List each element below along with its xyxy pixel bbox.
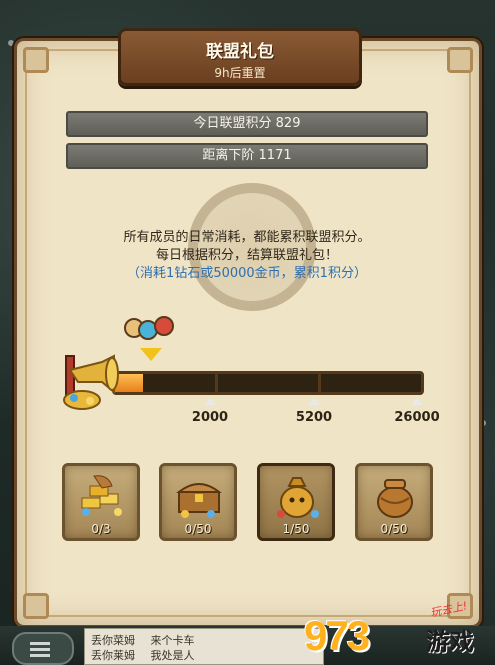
next-tier-bar: 距离下阶 1171 bbox=[66, 143, 428, 169]
progress-segment-divider bbox=[215, 374, 218, 392]
chat-sender: 丢你莱姆 bbox=[91, 649, 135, 662]
chat-message: 丢你菜姆 来个卡车 bbox=[91, 633, 317, 648]
panel-title: 联盟礼包 bbox=[206, 42, 274, 62]
progress-marker-icon bbox=[140, 348, 162, 361]
chat-menu-button[interactable] bbox=[12, 632, 74, 665]
chat-message: 丢你莱姆 我处是人 bbox=[91, 648, 317, 663]
title-plank: 联盟礼包 9h后重置 bbox=[118, 28, 362, 86]
milestone-tick bbox=[308, 398, 320, 405]
member-avatars bbox=[124, 312, 182, 342]
reward-count: 0/50 bbox=[380, 522, 408, 536]
milestone-tick bbox=[204, 398, 216, 405]
milestone-tick bbox=[411, 398, 423, 405]
snow-particle bbox=[8, 40, 14, 46]
reward-tier-4[interactable]: 0/50 bbox=[355, 463, 433, 541]
reward-tier-2[interactable]: 0/50 bbox=[159, 463, 237, 541]
description-line-3: （消耗1钻石或50000金币，累积1积分） bbox=[127, 266, 367, 281]
clay-jar-icon bbox=[377, 479, 413, 518]
panel-corner bbox=[447, 47, 473, 73]
reward-tier-3[interactable]: 1/50 bbox=[257, 463, 335, 541]
trumpet-treasure-icon bbox=[63, 354, 119, 410]
description-line-1: 所有成员的日常消耗，都能累积联盟积分。 bbox=[123, 230, 371, 245]
menu-line bbox=[30, 654, 50, 657]
milestone-label: 2000 bbox=[191, 410, 229, 425]
money-bag-icon bbox=[277, 477, 319, 518]
avatar bbox=[154, 316, 174, 336]
treasure-chest-icon bbox=[176, 483, 222, 518]
watermark-name: 游戏 bbox=[426, 628, 474, 656]
reward-count: 1/50 bbox=[282, 522, 310, 536]
milestone-label: 26000 bbox=[394, 410, 440, 425]
panel-corner bbox=[23, 593, 49, 619]
reward-count: 0/50 bbox=[184, 522, 212, 536]
chat-sender: 丢你菜姆 bbox=[91, 634, 135, 647]
milestone-label: 5200 bbox=[295, 410, 333, 425]
description-line-2: 每日根据积分，结算联盟礼包！ bbox=[155, 248, 338, 263]
reset-timer: 9h后重置 bbox=[214, 66, 266, 80]
progress-segment-divider bbox=[318, 374, 321, 392]
menu-line bbox=[30, 642, 50, 645]
watermark-digits: 973 bbox=[304, 612, 370, 659]
panel-corner bbox=[23, 47, 49, 73]
menu-line bbox=[30, 648, 50, 651]
chat-text: 我处是人 bbox=[150, 649, 195, 662]
reward-tier-1[interactable]: 0/3 bbox=[62, 463, 140, 541]
alliance-progress-bar bbox=[112, 371, 424, 395]
gold-bars-icon bbox=[81, 475, 122, 516]
chat-box[interactable]: 丢你菜姆 来个卡车 丢你莱姆 我处是人 bbox=[84, 628, 324, 665]
today-points-bar: 今日联盟积分 829 bbox=[66, 111, 428, 137]
chat-text: 来个卡车 bbox=[150, 634, 195, 647]
reward-count: 0/3 bbox=[91, 522, 111, 536]
